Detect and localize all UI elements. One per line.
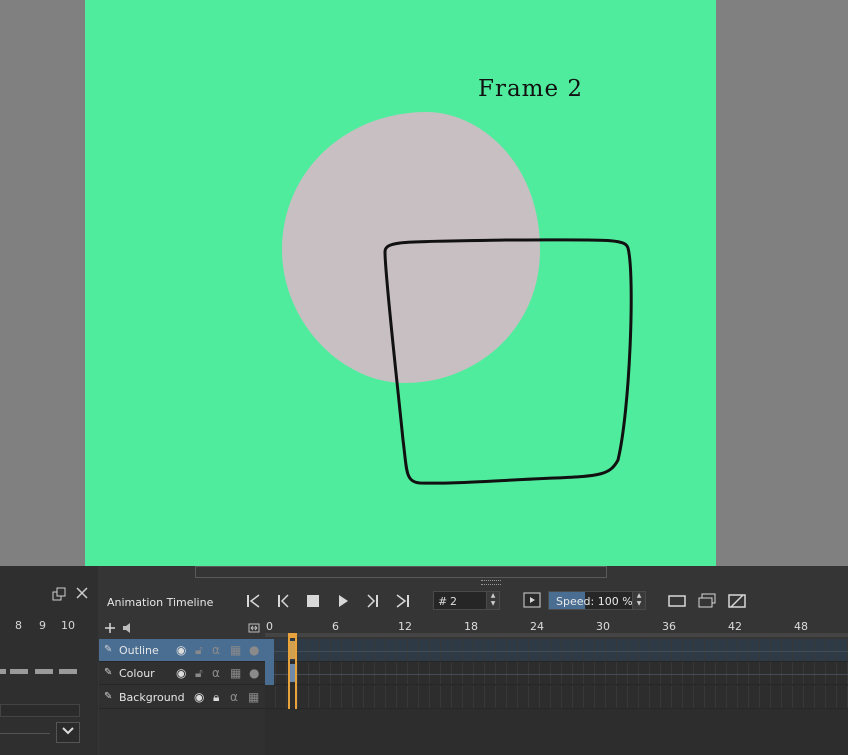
pin-icon[interactable]: ✎ [104,644,112,655]
speed-spinner[interactable]: ▲ ▼ [632,592,645,609]
frame-track-background[interactable] [265,686,848,709]
ruler-tick: 24 [530,620,544,633]
ruler-ticks [265,633,848,637]
play-icon [339,595,348,607]
last-frame-button[interactable] [393,592,413,610]
audio-icon[interactable] [121,622,135,637]
unlocked-icon[interactable]: 🔓︎ [195,666,203,680]
last-frame-icon [396,594,409,608]
ruler-tick: 18 [464,620,478,633]
first-frame-icon [247,594,260,608]
lock-icon[interactable]: 🔒︎ [213,690,219,704]
frame-label: Frame 2 [478,76,584,102]
unlocked-icon[interactable]: 🔓︎ [195,643,203,657]
drop-frames-icon [523,592,541,608]
alpha-lock-icon[interactable]: α [212,666,220,680]
onion-skin-toggle-icon[interactable]: ▦ [230,643,241,657]
chevron-down-icon[interactable] [56,722,80,743]
layer-row-colour[interactable]: ✎ Colour ◉ 🔓︎ α ▦ ● [99,662,265,685]
frame-hash-label: # [438,595,448,608]
ruler-tick: 30 [596,620,610,633]
track-line [265,651,848,652]
speed-value: 100 % [597,595,633,608]
next-keyframe-icon [367,594,378,608]
playback-speed-slider[interactable]: Speed: 100 % ▲ ▼ [548,591,646,610]
animation-timeline-title: Animation Timeline [107,596,214,609]
slot-bar[interactable] [0,669,6,674]
zoom-fit-icon[interactable] [248,622,260,637]
selected-frames-strip [265,639,274,685]
current-frame-value[interactable]: 2 [450,595,457,608]
layer-name[interactable]: Colour [119,667,155,680]
onion-skin-button[interactable] [667,592,687,610]
stop-button[interactable] [303,592,323,610]
ruler-tick: 42 [728,620,742,633]
onion-skins-button[interactable] [697,592,717,610]
visibility-eye-icon[interactable]: ◉ [176,643,186,657]
alpha-lock-icon[interactable]: α [212,643,220,657]
colour-circle [282,112,540,383]
docker-resize-grip[interactable] [481,580,501,585]
pin-to-timeline-icon[interactable]: ● [249,666,259,680]
current-frame-field[interactable]: # 2 ▲ ▼ [433,591,500,610]
stop-icon [307,595,319,607]
onion-skin-toggle-icon[interactable]: ▦ [248,690,259,704]
frame-icon [668,595,686,607]
slot-bar[interactable] [35,669,53,674]
first-frame-button[interactable] [243,592,263,610]
float-window-icon[interactable] [52,587,66,604]
add-layer-icon[interactable] [104,622,116,637]
layer-name[interactable]: Outline [119,644,159,657]
canvas-drawing [282,112,633,485]
drawing-canvas[interactable]: Frame 2 [85,0,716,566]
track-line [265,674,848,675]
layer-row-outline[interactable]: ✎ Outline ◉ 🔓︎ α ▦ ● [99,639,265,662]
layer-row-background[interactable]: ✎ Background ◉ 🔒︎ α ▦ [99,686,265,709]
ruler-tick: 6 [332,620,339,633]
auto-frame-button[interactable] [727,592,747,610]
speed-label: Speed: [556,595,595,608]
canvas-area[interactable]: Frame 2 [0,0,848,566]
auto-frame-icon [728,594,746,608]
ruler-tick: 48 [794,620,808,633]
ruler-tick: 36 [662,620,676,633]
frame-spinner[interactable]: ▲ ▼ [486,592,499,609]
onion-skin-toggle-icon[interactable]: ▦ [230,666,241,680]
canvas-horizontal-scrollbar[interactable] [195,566,607,578]
slot-number-8: 8 [15,619,22,632]
close-icon[interactable] [75,586,89,603]
next-keyframe-button[interactable] [363,592,383,610]
pin-icon[interactable]: ✎ [104,691,112,702]
playhead[interactable] [288,633,297,709]
ruler-tick: 0 [266,620,273,633]
left-docker-field[interactable] [0,704,80,717]
slot-bar[interactable] [59,669,77,674]
previous-keyframe-icon [278,594,289,608]
drop-frames-button[interactable] [522,591,542,609]
alpha-lock-icon[interactable]: α [230,690,238,704]
layer-name[interactable]: Background [119,691,185,704]
ruler-tick: 12 [398,620,412,633]
frame-ruler[interactable] [265,619,848,639]
pin-icon[interactable]: ✎ [104,667,112,678]
pin-to-timeline-icon[interactable]: ● [249,643,259,657]
onion-skin-icon [698,593,716,608]
visibility-eye-icon[interactable]: ◉ [194,690,204,704]
slot-number-10: 10 [61,619,75,632]
play-button[interactable] [333,592,353,610]
previous-keyframe-button[interactable] [273,592,293,610]
visibility-eye-icon[interactable]: ◉ [176,666,186,680]
divider [0,733,50,734]
slot-number-9: 9 [39,619,46,632]
slot-bar[interactable] [10,669,28,674]
